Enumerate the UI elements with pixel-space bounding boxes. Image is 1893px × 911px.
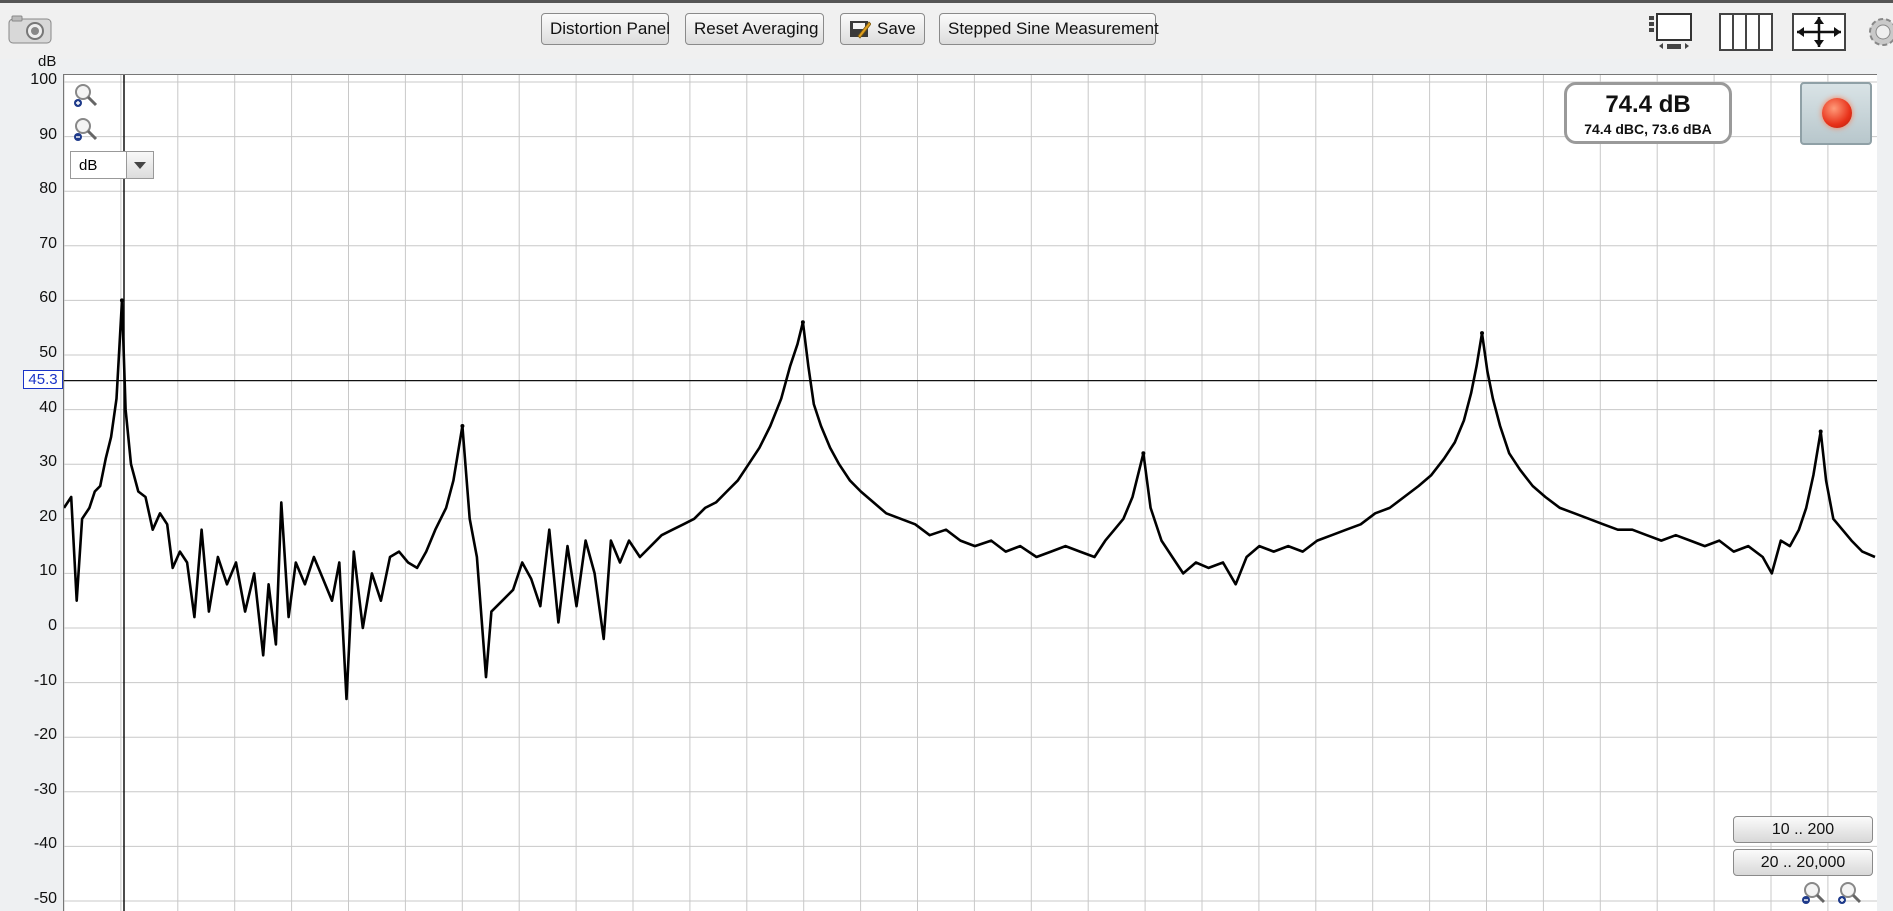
x-zoom-out-icon[interactable] — [1800, 880, 1826, 911]
save-button-label: Save — [877, 19, 916, 38]
peak-point — [460, 423, 465, 428]
y-tick-label: -20 — [33, 726, 57, 744]
y-axis-unit: dB — [38, 53, 57, 70]
spl-weighted-values: 74.4 dBC, 73.6 dBA — [1584, 121, 1712, 137]
y-tick-label: 40 — [39, 398, 57, 416]
zoom-in-icon[interactable] — [73, 82, 99, 113]
chevron-down-icon[interactable] — [126, 152, 153, 178]
peak-point — [119, 298, 124, 303]
y-tick-label: 90 — [39, 125, 57, 143]
record-button[interactable] — [1800, 82, 1872, 145]
y-tick-label: 80 — [39, 180, 57, 198]
record-icon — [1822, 98, 1852, 128]
camera-icon[interactable] — [8, 15, 52, 50]
graph-panel[interactable] — [63, 74, 1877, 911]
y-tick-label: -50 — [33, 890, 57, 907]
spl-main-value: 74.4 dB — [1605, 91, 1691, 118]
y-tick-label: -40 — [33, 835, 57, 853]
peak-point — [800, 320, 805, 325]
y-tick-label: 30 — [39, 453, 57, 471]
y-tick-label: 10 — [39, 562, 57, 580]
save-icon — [849, 19, 872, 49]
y-tick-label: -30 — [33, 780, 57, 798]
peak-point — [1818, 429, 1823, 434]
y-tick-label: -10 — [33, 671, 57, 689]
grid-columns-icon[interactable] — [1718, 12, 1774, 57]
range-button-10-200[interactable]: 10 .. 200 — [1733, 816, 1873, 843]
y-tick-label: 20 — [39, 507, 57, 525]
peak-point — [1480, 331, 1485, 336]
zoom-out-icon[interactable] — [73, 116, 99, 147]
reset-averaging-button[interactable]: Reset Averaging — [685, 13, 824, 45]
y-tick-label: 0 — [48, 617, 57, 634]
spectrum-trace — [64, 299, 1876, 701]
spectrum-chart — [64, 75, 1877, 911]
gear-icon[interactable] — [1865, 15, 1893, 54]
peak-point — [1141, 451, 1146, 456]
unit-select-value: dB — [79, 157, 98, 174]
fit-screen-icon[interactable] — [1647, 12, 1703, 55]
y-tick-label: 50 — [39, 344, 57, 361]
y-tick-label: 70 — [39, 234, 57, 252]
stepped-sine-measurement-button[interactable]: Stepped Sine Measurement — [939, 13, 1159, 45]
range-button-20-20000[interactable]: 20 .. 20,000 — [1733, 849, 1873, 876]
x-zoom-in-icon[interactable] — [1836, 880, 1862, 911]
save-button[interactable]: Save — [840, 13, 925, 45]
toolbar: Distortion Panel Reset Averaging Save St… — [0, 3, 1893, 59]
distortion-panel-button[interactable]: Distortion Panel — [541, 13, 670, 45]
expand-arrows-icon[interactable] — [1791, 12, 1847, 57]
unit-select[interactable]: dB — [70, 151, 154, 179]
y-tick-label: 100 — [30, 71, 57, 88]
y-tick-label: 60 — [39, 289, 57, 307]
spl-meter-box: 74.4 dB 74.4 dBC, 73.6 dBA — [1564, 82, 1732, 144]
cursor-value-badge: 45.3 — [23, 370, 63, 389]
